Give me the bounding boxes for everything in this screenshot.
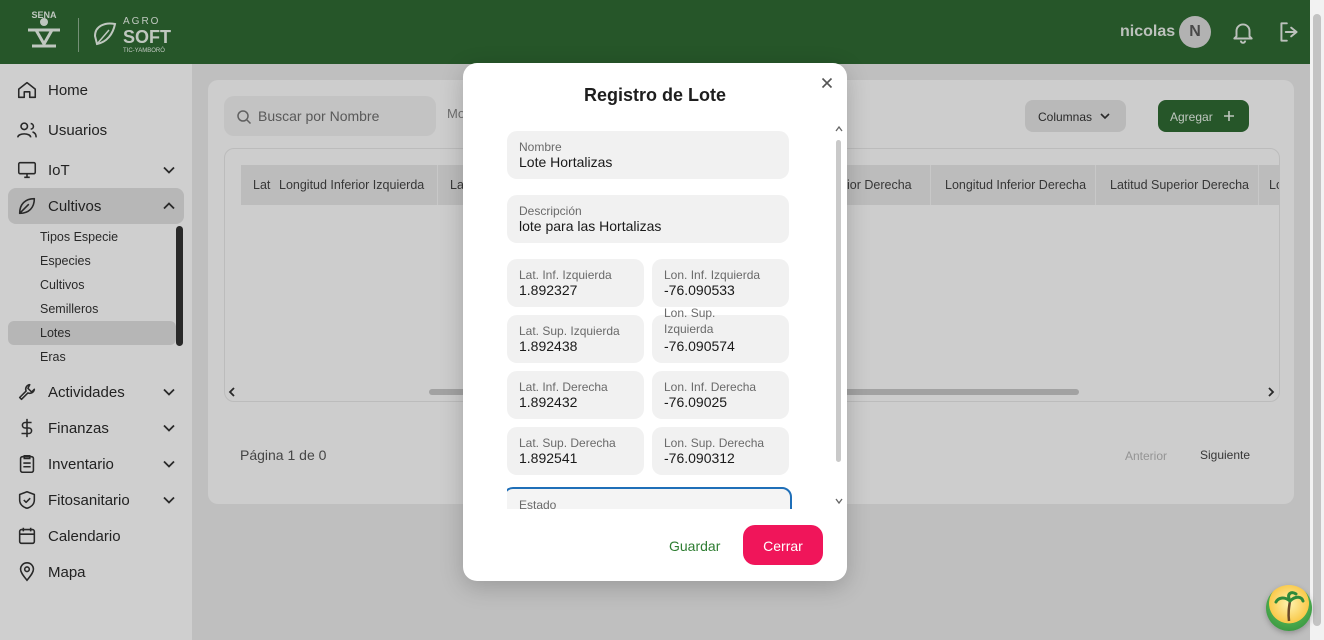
field-value: 1.892438 bbox=[519, 338, 578, 354]
lon-sup-izquierda-field[interactable]: Lon. Sup. Izquierda -76.090574 bbox=[652, 306, 789, 363]
field-label: Descripción bbox=[519, 204, 582, 218]
lat-inf-derecha-field[interactable]: Lat. Inf. Derecha 1.892432 bbox=[507, 371, 644, 419]
palm-tree-icon bbox=[1274, 591, 1305, 622]
field-value: 1.892327 bbox=[519, 282, 578, 298]
field-label: Lon. Sup. Izquierda bbox=[664, 306, 716, 336]
modal-form: Nombre Lote Hortalizas Descripción lote … bbox=[507, 131, 837, 509]
field-label: Lon. Inf. Derecha bbox=[664, 380, 757, 394]
field-label: Lat. Sup. Derecha bbox=[519, 436, 616, 450]
lat-inf-izquierda-field[interactable]: Lat. Inf. Izquierda 1.892327 bbox=[507, 259, 644, 307]
lon-inf-izquierda-field[interactable]: Lon. Inf. Izquierda -76.090533 bbox=[652, 259, 789, 307]
assistant-fab[interactable] bbox=[1266, 585, 1312, 631]
page-scrollbar[interactable] bbox=[1310, 0, 1324, 640]
close-button[interactable]: Cerrar bbox=[743, 525, 823, 565]
lat-sup-izquierda-field[interactable]: Lat. Sup. Izquierda 1.892438 bbox=[507, 315, 644, 363]
field-label: Lat. Inf. Izquierda bbox=[519, 268, 612, 282]
field-label: Lat. Inf. Derecha bbox=[519, 380, 608, 394]
save-button[interactable]: Guardar bbox=[659, 525, 729, 565]
field-value: 1.892541 bbox=[519, 450, 578, 466]
scroll-up-icon[interactable] bbox=[835, 125, 843, 133]
lon-inf-derecha-field[interactable]: Lon. Inf. Derecha -76.09025 bbox=[652, 371, 789, 419]
field-label: Lon. Sup. Derecha bbox=[664, 436, 765, 450]
lon-sup-derecha-field[interactable]: Lon. Sup. Derecha -76.090312 bbox=[652, 427, 789, 475]
field-value: Lote Hortalizas bbox=[519, 154, 613, 170]
field-value: -76.090574 bbox=[664, 338, 735, 354]
close-icon[interactable] bbox=[819, 75, 835, 91]
scroll-down-icon[interactable] bbox=[835, 497, 843, 505]
registro-lote-modal: Registro de Lote Nombre Lote Hortalizas … bbox=[463, 63, 847, 581]
estado-select[interactable]: Estado bbox=[507, 487, 792, 509]
field-value: lote para las Hortalizas bbox=[519, 218, 662, 234]
lat-sup-derecha-field[interactable]: Lat. Sup. Derecha 1.892541 bbox=[507, 427, 644, 475]
close-label: Cerrar bbox=[763, 538, 803, 554]
field-label: Nombre bbox=[519, 140, 562, 154]
descripcion-field[interactable]: Descripción lote para las Hortalizas bbox=[507, 195, 789, 243]
modal-title: Registro de Lote bbox=[583, 85, 726, 105]
page-scrollbar-thumb[interactable] bbox=[1313, 14, 1321, 626]
field-value: -76.090312 bbox=[664, 450, 735, 466]
field-value: -76.090533 bbox=[664, 282, 735, 298]
nombre-field[interactable]: Nombre Lote Hortalizas bbox=[507, 131, 789, 179]
field-value: 1.892432 bbox=[519, 394, 578, 410]
modal-scrollbar[interactable] bbox=[836, 140, 841, 462]
save-label: Guardar bbox=[669, 538, 721, 554]
field-label: Estado bbox=[519, 498, 557, 509]
field-value: -76.09025 bbox=[664, 394, 728, 410]
field-label: Lon. Inf. Izquierda bbox=[664, 268, 761, 282]
field-label: Lat. Sup. Izquierda bbox=[519, 324, 620, 338]
